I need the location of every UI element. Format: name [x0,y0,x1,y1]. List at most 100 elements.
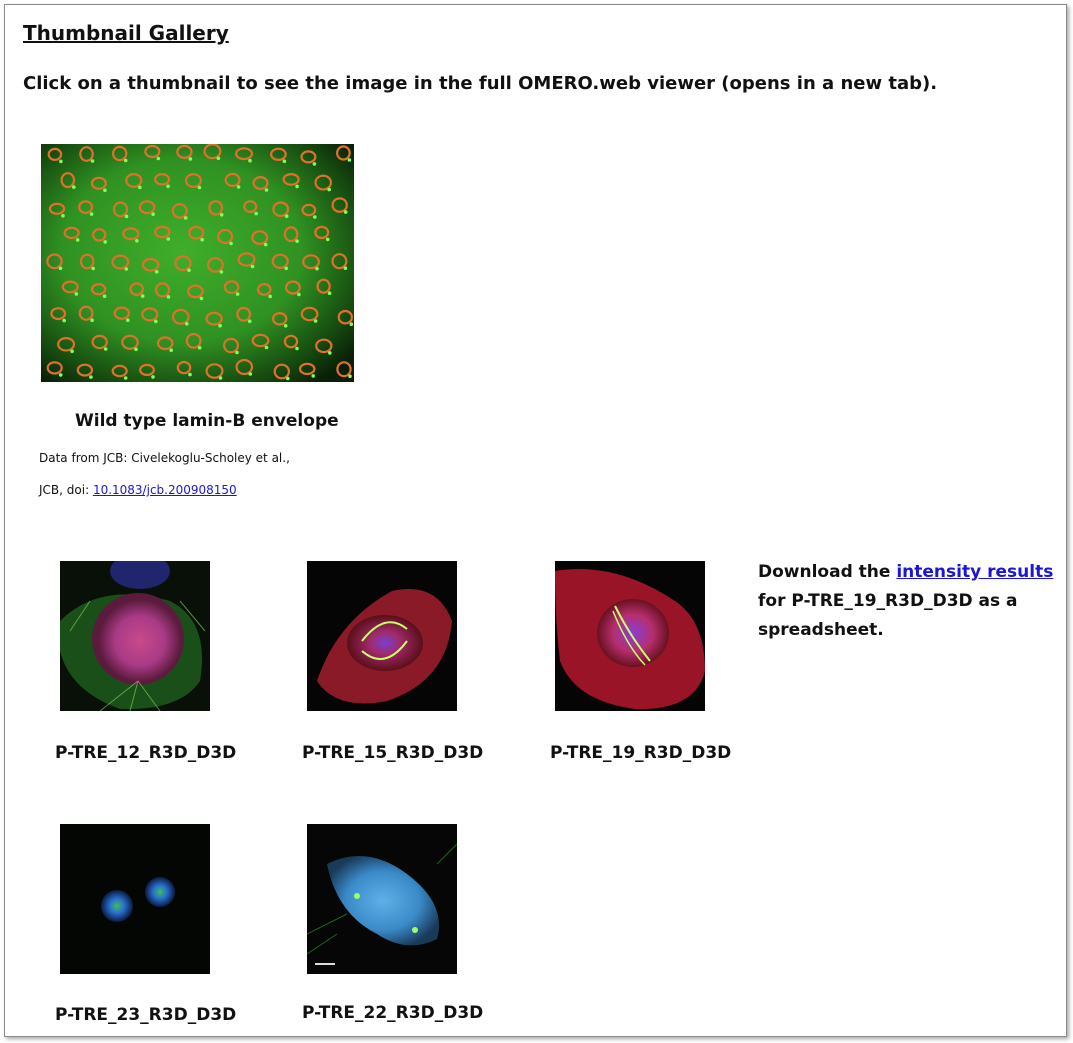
credit-prefix: JCB, doi: [39,483,93,497]
nucleus-pole [312,162,317,166]
nucleus-pole [102,294,107,298]
nucleus-pole [188,157,193,161]
thumbnail-p-tre-19[interactable] [555,561,705,711]
thumbnail-p-tre-15[interactable] [307,561,457,711]
nucleus-pole [134,347,138,352]
featured-credit-line2: JCB, doi: 10.1083/jcb.200908150 [39,483,237,497]
nucleus-pole [219,270,224,274]
nucleus-pole [264,188,269,192]
nucleus-pole [263,242,268,247]
nucleus-pole [72,185,76,189]
page-frame: Thumbnail Gallery Click on a thumbnail t… [4,4,1067,1037]
nucleus-pole [284,214,289,218]
nucleus-pole [103,347,108,351]
nucleus-pole [187,268,191,272]
nucleus-pole [343,210,348,214]
nucleus-pole [295,184,299,189]
nucleus-pole [185,322,189,326]
nucleus-pole [123,158,128,163]
nucleus-pole [166,184,170,189]
thumbnail-image [60,561,210,711]
nucleus-pole [284,266,288,271]
featured-thumbnail-link[interactable] [41,144,354,382]
nucleus-pole [236,185,241,189]
thumbnail-label-p-tre-15: P-TRE_15_R3D_D3D [302,743,484,763]
thumbnail-p-tre-23[interactable] [60,824,210,974]
nucleus-pole [188,372,192,377]
nucleus-pole [140,294,145,298]
nucleus-pole [248,158,252,163]
nucleus-pole [283,324,288,328]
nucleus-pole [156,156,161,161]
nucleus-pole [151,375,155,379]
nucleus-pole [313,215,317,219]
nucleus-pole [197,185,202,190]
nucleus-pole [62,318,66,323]
nucleus-pole [138,185,142,190]
nucleus-pole [169,348,173,352]
nucleus-pole [89,375,93,379]
nucleus-pole [90,318,94,322]
nucleus-pole [183,216,188,220]
nucleus-pole [123,376,128,380]
nucleus-pole [166,295,171,299]
nucleus-pole [268,294,272,299]
thumbnail-p-tre-12[interactable] [60,561,210,711]
thumbnail-label-p-tre-12: P-TRE_12_R3D_D3D [55,743,237,763]
nucleus-pole [295,346,299,351]
nucleus-pole [91,266,95,271]
nucleus-pole [229,241,233,246]
nucleus-pole [247,319,252,324]
nucleus-pole [154,270,159,274]
thumbnail-image [60,824,210,974]
nucleus-pole [58,266,63,271]
nucleus-pole [248,372,253,376]
nucleus-pole [74,292,79,296]
gallery-title: Thumbnail Gallery [23,21,229,45]
thumbnail-p-tre-22[interactable] [307,824,457,974]
download-suffix: for P-TRE_19_R3D_D3D as a spreadsheet. [758,591,1018,640]
thumbnail-label-p-tre-23: P-TRE_23_R3D_D3D [55,1005,237,1025]
nucleus-pole [311,374,316,378]
doi-link[interactable]: 10.1083/jcb.200908150 [93,483,237,497]
nucleus-pole [59,159,63,164]
featured-caption: Wild type lamin-B envelope [75,411,339,431]
nucleus-pole [218,376,223,380]
nucleus-pole [286,376,290,381]
nucleus-pole [70,349,74,354]
nucleus-pole [126,318,130,322]
nucleus-pole [89,212,94,216]
nucleus-pole [297,292,301,297]
nucleus-pole [250,264,255,269]
nucleus-pole [199,296,204,301]
thumbnail-label-p-tre-22: P-TRE_22_R3D_D3D [302,1003,484,1023]
nucleus-pole [349,322,354,326]
thumbnail-label-p-tre-19: P-TRE_19_R3D_D3D [550,743,732,763]
nucleus-pole [235,292,240,296]
nucleus-pole [327,187,332,192]
download-prefix: Download the [758,562,897,582]
nucleus-pole [218,323,222,328]
nucleus-pole [282,159,287,164]
nucleus-pole [327,291,332,295]
nucleus-pole [135,239,139,243]
nucleus-pole [348,374,352,378]
nucleus-pole [264,345,269,350]
nucleus-pole [295,239,299,243]
nucleus-pole [103,240,107,244]
intensity-results-link[interactable]: intensity results [896,562,1053,582]
nucleus-pole [325,237,330,242]
nucleus-pole [58,373,63,377]
thumbnail-image [307,561,457,711]
nucleus-pole [103,188,107,193]
nucleus-pole [254,211,258,216]
nucleus-pole [90,159,95,163]
featured-thumbnail-image [41,144,354,382]
nucleus-pole [200,237,204,242]
nucleus-pole [315,266,319,271]
nucleus-pole [235,350,239,355]
nucleus-pole [328,351,332,355]
nucleus-pole [313,319,318,323]
nucleus-pole [197,346,202,350]
nucleus-pole [347,158,352,162]
